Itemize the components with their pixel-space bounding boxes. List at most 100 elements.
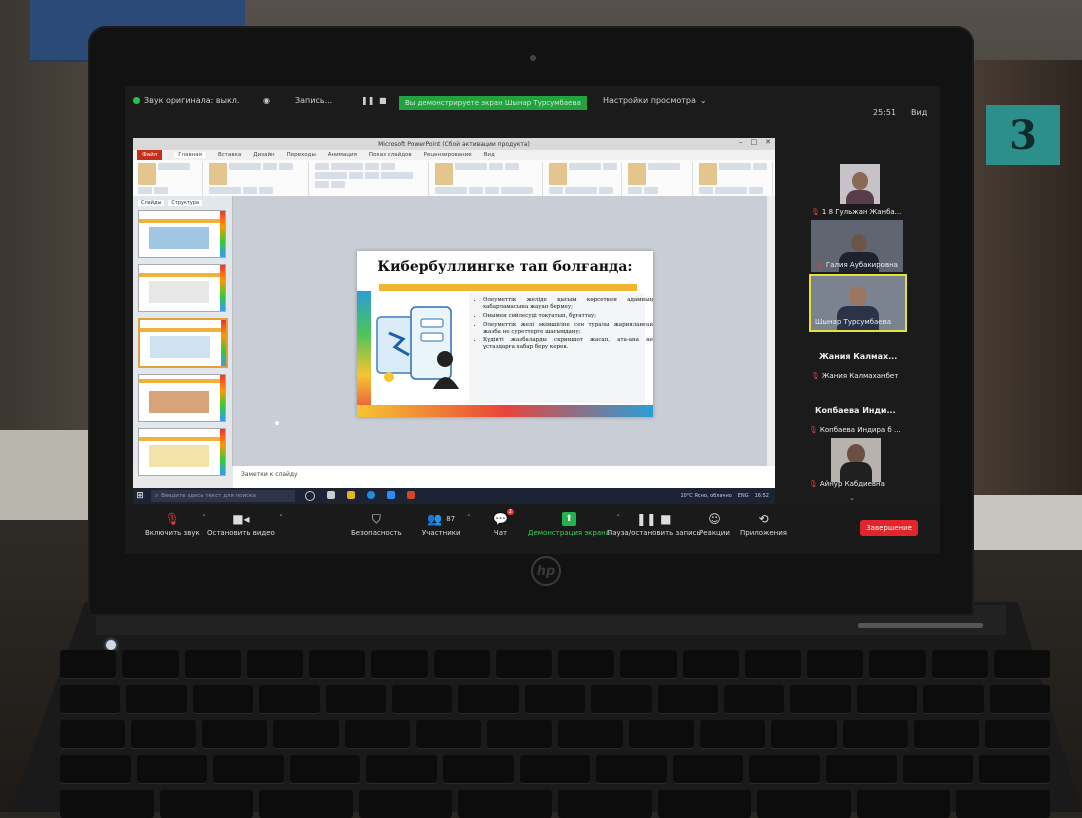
keyboard-key[interactable] [826,755,897,783]
ribbon-button[interactable] [209,163,228,185]
ribbon-button[interactable] [138,163,156,185]
ppt-ribbon-tab[interactable]: Файл [137,150,163,160]
keyboard-key[interactable] [771,720,837,748]
keyboard-key[interactable] [989,685,1051,713]
keyboard-key[interactable] [366,755,438,783]
chevron-up-icon[interactable]: ˄ [467,514,471,522]
end-meeting-button[interactable]: Завершение [860,520,918,536]
keyboard-key[interactable] [749,755,821,783]
keyboard-key[interactable] [931,650,988,678]
active-speaker-tile[interactable]: Шынар Турсумбаева [809,274,907,332]
keyboard-key[interactable] [60,720,126,748]
record-control-button[interactable]: ❚❚ ■ Пауза/остановить запись [607,512,701,537]
keyboard-key[interactable] [557,790,652,818]
keyboard-key[interactable] [131,720,197,748]
ribbon-button[interactable] [715,187,748,194]
powerpoint-app-icon[interactable] [407,491,415,499]
keyboard-key[interactable] [122,650,179,678]
ribbon-button[interactable] [259,187,274,194]
ribbon-button[interactable] [488,163,503,170]
keyboard-key[interactable] [724,685,785,713]
keyboard-key[interactable] [213,755,284,783]
pause-icon[interactable]: ❚❚ [361,96,374,105]
ribbon-button[interactable] [243,187,258,194]
ribbon-button[interactable] [158,163,190,170]
tab-outline[interactable]: Структура [168,200,203,206]
slide-thumbnail-selected[interactable] [138,318,228,368]
slide-thumbnail[interactable] [138,210,226,258]
keyboard-key[interactable] [344,720,410,748]
ribbon-button[interactable] [263,163,278,170]
taskbar-app-icon[interactable] [327,491,335,499]
slide-thumbnail[interactable] [138,264,226,312]
keyboard-key[interactable] [495,650,552,678]
ribbon-button[interactable] [648,163,681,170]
keyboard-key[interactable] [620,650,677,678]
stop-icon[interactable]: ■ [379,96,387,105]
keyboard-key[interactable] [956,790,1050,818]
keyboard-key[interactable] [371,650,428,678]
ribbon-button[interactable] [380,172,413,179]
keyboard-key[interactable] [856,685,918,713]
participant-tile[interactable] [831,438,881,482]
keyboard-language[interactable]: ENG [738,493,749,499]
slide-editing-canvas[interactable]: Кибербуллингке тап болғанда: • Әлеуметті… [233,196,775,466]
keyboard-key[interactable] [259,685,320,713]
keyboard-key[interactable] [923,685,984,713]
ribbon-button[interactable] [364,163,379,170]
keyboard-key[interactable] [392,685,453,713]
ppt-ribbon-tab[interactable]: Вид [484,152,495,158]
ribbon-button[interactable] [154,187,168,194]
ppt-ribbon-tab[interactable]: Вставка [218,152,241,158]
ribbon-button[interactable] [279,163,294,170]
keyboard-key[interactable] [273,720,339,748]
file-explorer-icon[interactable] [347,491,355,499]
ribbon-button[interactable] [138,187,152,194]
keyboard-key[interactable] [159,790,254,818]
current-slide[interactable]: Кибербуллингке тап болғанда: • Әлеуметті… [357,251,653,417]
ribbon-button[interactable] [314,163,329,170]
keyboard-key[interactable] [902,755,974,783]
ribbon-button[interactable] [719,163,752,170]
keyboard-key[interactable] [842,720,908,748]
keyboard-key[interactable] [984,720,1050,748]
keyboard-key[interactable] [524,685,586,713]
maximize-icon[interactable]: □ [751,138,758,146]
keyboard-key[interactable] [856,790,951,818]
edge-browser-icon[interactable] [367,491,375,499]
ribbon-button[interactable] [500,187,533,194]
chevron-up-icon[interactable]: ˄ [202,514,206,522]
keyboard-key[interactable] [557,720,624,748]
keyboard-key[interactable] [700,720,766,748]
keyboard-key[interactable] [629,720,695,748]
chevron-up-icon[interactable]: ˄ [279,514,283,522]
windows-start-icon[interactable]: ⊞ [133,489,147,503]
keyboard-key[interactable] [657,790,752,818]
keyboard-key[interactable] [192,685,254,713]
keyboard-key[interactable] [358,790,453,818]
keyboard-key[interactable] [757,790,851,818]
ribbon-button[interactable] [564,187,597,194]
keyboard-key[interactable] [433,650,490,678]
ppt-ribbon-tab[interactable]: Главная [174,152,206,158]
ribbon-button[interactable] [330,163,363,170]
ribbon-button[interactable] [628,163,647,185]
keyboard-key[interactable] [202,720,268,748]
ribbon-button[interactable] [548,187,563,194]
keyboard-key[interactable] [60,755,131,783]
participant-tile[interactable] [840,164,880,204]
security-button[interactable]: ⛉ Безопасность [351,512,402,538]
reactions-button[interactable]: ☺ Реакции [699,512,730,537]
ribbon-button[interactable] [330,181,345,188]
keyboard-key[interactable] [325,685,387,713]
tab-slides[interactable]: Слайды [138,200,165,206]
keyboard-key[interactable] [519,755,591,783]
ppt-ribbon-tab[interactable]: Показ слайдов [369,152,412,158]
keyboard-key[interactable] [126,685,187,713]
ribbon-button[interactable] [699,187,714,194]
ribbon-button[interactable] [699,163,718,185]
keyboard-key[interactable] [682,650,739,678]
keyboard-key[interactable] [657,685,719,713]
keyboard-key[interactable] [558,650,615,678]
keyboard-key[interactable] [184,650,241,678]
